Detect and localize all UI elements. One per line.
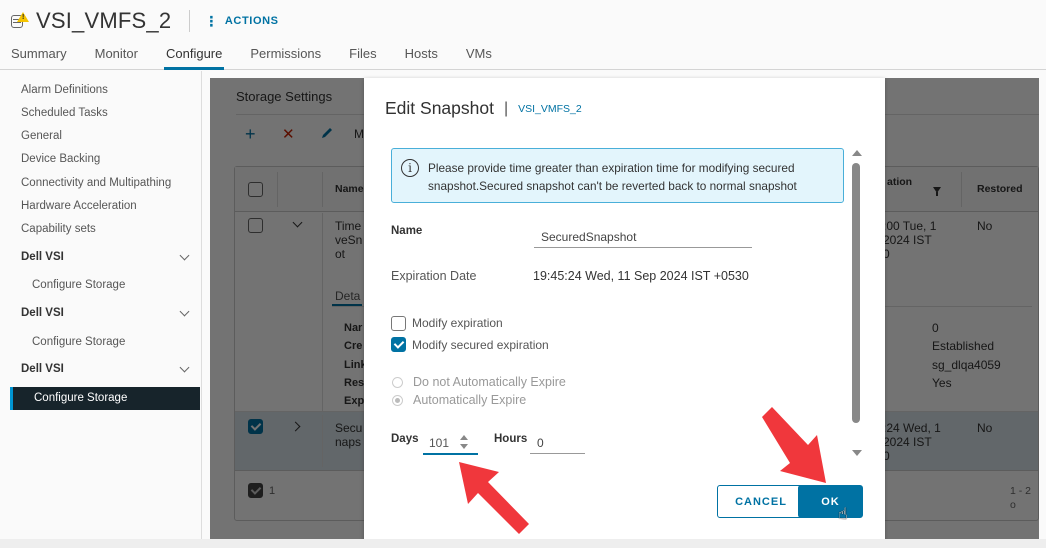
modify-secured-expiration-checkbox[interactable] [391,337,406,352]
dialog-object-name: VSI_VMFS_2 [518,102,582,115]
sidebar-item-configure-storage-2[interactable]: Configure Storage [32,336,125,348]
sidebar-group-dell-vsi-3[interactable]: Dell VSI [21,362,191,375]
actions-menu-button[interactable]: ⋮ ACTIONS [204,13,279,29]
kebab-icon: ⋮ [204,13,219,29]
decrement-icon[interactable] [460,444,468,449]
expiration-date-value: 19:45:24 Wed, 11 Sep 2024 IST +0530 [533,269,749,283]
tab-vms[interactable]: VMs [466,40,492,69]
object-title: VSI_VMFS_2 [36,8,172,33]
sidebar-item-general[interactable]: General [21,130,62,142]
cancel-button[interactable]: CANCEL [717,485,805,518]
edit-snapshot-dialog: Edit Snapshot | VSI_VMFS_2 i Please prov… [364,78,885,548]
info-icon: i [401,159,419,177]
name-input[interactable] [534,229,752,248]
chevron-down-icon [179,306,190,317]
sidebar-item-device-backing[interactable]: Device Backing [21,153,100,165]
days-stepper[interactable] [459,434,469,452]
group-label: Dell VSI [21,251,64,263]
modify-expiration-checkbox[interactable] [391,316,406,331]
chevron-down-icon [179,250,190,261]
sidebar-item-configure-storage-3[interactable]: Configure Storage [10,387,200,410]
scroll-thumb[interactable] [852,163,860,423]
modify-secured-expiration-label[interactable]: Modify secured expiration [412,338,549,352]
hand-cursor-icon: ☝ [838,506,848,523]
auto-expire-radio[interactable] [392,395,403,406]
do-not-expire-label[interactable]: Do not Automatically Expire [413,375,566,389]
object-header: ! VSI_VMFS_2 ⋮ ACTIONS Summary Monitor C… [0,0,1046,70]
days-label: Days [391,433,419,445]
hours-label: Hours [494,433,528,445]
auto-expire-label[interactable]: Automatically Expire [413,393,526,407]
sidebar-item-scheduled-tasks[interactable]: Scheduled Tasks [21,107,108,119]
tab-summary[interactable]: Summary [11,40,67,69]
sidebar-group-dell-vsi-2[interactable]: Dell VSI [21,306,191,319]
info-alert: i Please provide time greater than expir… [391,148,844,203]
days-input-focus-underline [423,453,478,455]
configure-sidebar: Alarm Definitions Scheduled Tasks Genera… [0,71,202,539]
sidebar-item-connectivity[interactable]: Connectivity and Multipathing [21,177,171,189]
dialog-body: i Please provide time greater than expir… [364,138,864,468]
sidebar-item-capability-sets[interactable]: Capability sets [21,223,96,235]
tab-configure[interactable]: Configure [163,40,225,70]
group-label: Dell VSI [21,307,64,319]
scroll-down-icon[interactable] [852,450,862,456]
group-label: Dell VSI [21,363,64,375]
scroll-up-icon[interactable] [852,150,862,156]
page: ! VSI_VMFS_2 ⋮ ACTIONS Summary Monitor C… [0,0,1046,548]
hours-input[interactable] [530,435,585,454]
do-not-expire-radio[interactable] [392,377,403,388]
alert-message: Please provide time greater than expirat… [428,161,797,193]
chevron-down-icon [179,362,190,373]
dialog-title-text: Edit Snapshot [385,98,494,118]
object-tabs: Summary Monitor Configure Permissions Fi… [0,40,502,70]
title-row: ! VSI_VMFS_2 ⋮ ACTIONS [10,8,279,34]
expiration-date-label: Expiration Date [391,269,477,283]
bottom-strip [0,539,1046,548]
increment-icon[interactable] [460,435,468,440]
actions-label: ACTIONS [224,15,279,27]
ok-button[interactable]: OK [798,485,863,518]
tab-permissions[interactable]: Permissions [250,40,321,69]
dialog-title: Edit Snapshot | VSI_VMFS_2 [385,98,582,119]
tab-hosts[interactable]: Hosts [405,40,438,69]
sidebar-item-alarm-definitions[interactable]: Alarm Definitions [21,84,108,96]
title-separator: | [503,99,509,117]
name-label: Name [391,225,423,237]
days-input[interactable] [423,435,478,454]
datastore-warning-icon: ! [10,12,29,30]
title-divider [189,10,191,32]
sidebar-group-dell-vsi-1[interactable]: Dell VSI [21,250,191,263]
modify-expiration-label[interactable]: Modify expiration [412,316,503,330]
dialog-scrollbar[interactable] [849,148,865,464]
tab-monitor[interactable]: Monitor [95,40,138,69]
tab-files[interactable]: Files [349,40,376,69]
sidebar-item-configure-storage-1[interactable]: Configure Storage [32,279,125,291]
sidebar-item-hardware-acceleration[interactable]: Hardware Acceleration [21,200,137,212]
